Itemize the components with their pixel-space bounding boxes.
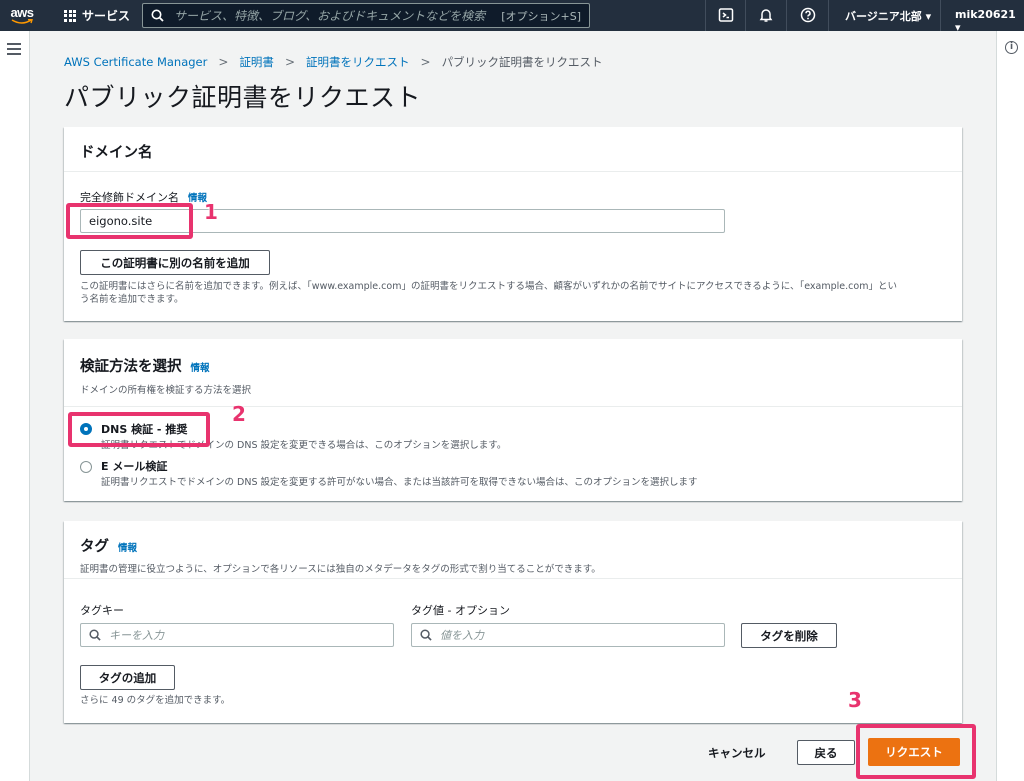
validation-panel-title: 検証方法を選択 [80, 359, 182, 375]
chevron-right-icon: > [218, 55, 229, 69]
tags-description: 証明書の管理に役立つように、オプションで各リソースには独自のメタデータをタグの形… [80, 564, 601, 575]
bell-icon[interactable] [758, 7, 774, 23]
annotation-number-3: 3 [848, 688, 862, 712]
chevron-right-icon: > [420, 55, 431, 69]
left-navigation-rail [0, 31, 30, 781]
page-title: パブリック証明書をリクエスト [64, 83, 422, 112]
breadcrumb-certificates[interactable]: 証明書 [239, 54, 274, 70]
chevron-right-icon: > [284, 55, 295, 69]
add-tag-button[interactable]: タグの追加 [80, 665, 175, 690]
aws-logo[interactable]: aws [0, 0, 44, 31]
tags-panel: タグ 情報 証明書の管理に役立つように、オプションで各リソースには独自のメタデータ… [64, 521, 962, 723]
top-navigation: aws サービス サービス、特徴、ブログ、およびドキュメントなどを検索 [オプシ… [0, 0, 1024, 34]
tag-key-label: タグキー [80, 604, 124, 617]
annotation-highlight-1 [66, 203, 193, 239]
search-icon [420, 629, 432, 641]
annotation-highlight-2 [68, 412, 210, 447]
tags-panel-title: タグ [80, 539, 109, 555]
annotation-highlight-3 [856, 724, 976, 779]
tag-value-input[interactable]: 値を入力 [411, 623, 725, 647]
search-shortcut-hint: [オプション+S] [501, 9, 581, 23]
breadcrumb-acm[interactable]: AWS Certificate Manager [64, 55, 207, 69]
add-name-help-text: この証明書にはさらに名前を追加できます。例えば、「www.example.com… [80, 281, 897, 305]
email-validation-desc: 証明書リクエストでドメインの DNS 設定を変更する許可がない場合、または当該許… [101, 477, 698, 488]
domain-name-panel: ドメイン名 完全修飾ドメイン名 情報 eigono.site この証明書に別の名前… [64, 127, 962, 321]
tag-value-placeholder: 値を入力 [440, 629, 484, 642]
services-label: サービス [82, 9, 131, 23]
add-another-name-button[interactable]: この証明書に別の名前を追加 [80, 250, 270, 275]
help-icon[interactable] [800, 7, 816, 23]
search-placeholder: サービス、特徴、ブログ、およびドキュメントなどを検索 [174, 9, 486, 23]
hamburger-menu-icon[interactable] [7, 43, 21, 58]
right-tools-rail: i [996, 31, 1024, 781]
email-validation-label[interactable]: E メール検証 [101, 458, 167, 474]
validation-description: ドメインの所有権を検証する方法を選択 [80, 385, 252, 396]
breadcrumb-current: パブリック証明書をリクエスト [441, 55, 603, 69]
aws-logo-text: aws [10, 4, 34, 20]
tag-key-input[interactable]: キーを入力 [80, 623, 394, 647]
domain-panel-title: ドメイン名 [80, 145, 153, 161]
cancel-button[interactable]: キャンセル [708, 745, 766, 761]
tags-info-link[interactable]: 情報 [118, 543, 137, 554]
grid-icon [64, 9, 76, 22]
email-validation-radio[interactable] [80, 461, 92, 473]
remove-tag-button[interactable]: タグを削除 [741, 623, 837, 648]
search-icon [89, 629, 101, 641]
region-selector[interactable]: バージニア北部 ▾ [845, 8, 931, 24]
tag-value-label: タグ値 - オプション [411, 604, 510, 617]
aws-smile-icon [11, 18, 33, 24]
breadcrumb: AWS Certificate Manager > 証明書 > 証明書をリクエス… [64, 54, 603, 70]
search-icon [151, 9, 164, 22]
tag-key-placeholder: キーを入力 [109, 629, 164, 642]
annotation-number-2: 2 [232, 402, 246, 426]
remaining-tags-text: さらに 49 のタグを追加できます。 [80, 695, 231, 706]
breadcrumb-request-certificate[interactable]: 証明書をリクエスト [306, 54, 410, 70]
global-search-input[interactable]: サービス、特徴、ブログ、およびドキュメントなどを検索 [オプション+S] [142, 3, 590, 28]
services-menu-button[interactable]: サービス [64, 7, 130, 24]
annotation-number-1: 1 [204, 200, 218, 224]
cloudshell-icon[interactable] [718, 7, 734, 23]
info-icon[interactable]: i [1005, 41, 1018, 54]
validation-info-link[interactable]: 情報 [191, 363, 210, 374]
back-button[interactable]: 戻る [797, 740, 855, 765]
